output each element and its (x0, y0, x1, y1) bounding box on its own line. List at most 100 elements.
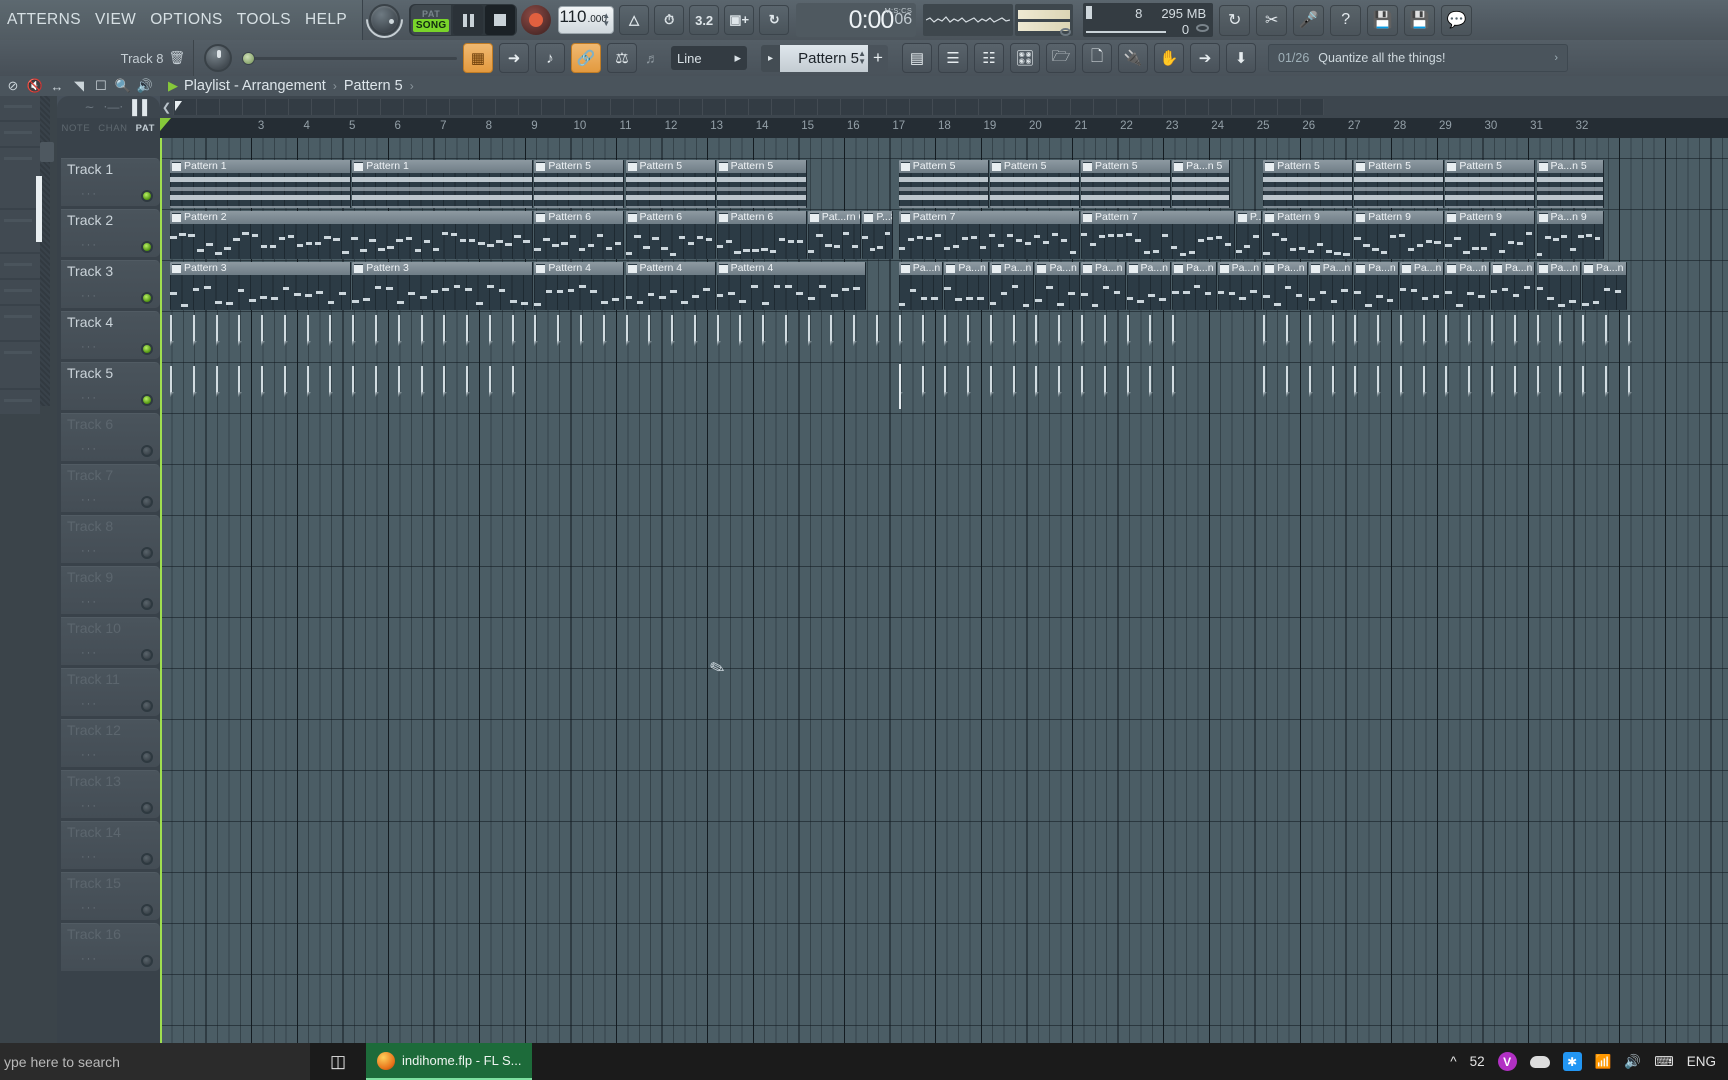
clip-header[interactable]: Pa...n 3 (1081, 262, 1125, 275)
percussion-hit[interactable] (488, 315, 493, 346)
mute-icon[interactable]: 🔇 (24, 77, 46, 95)
pattern-menu-icon[interactable]: ▸ (761, 44, 780, 72)
percussion-hit[interactable] (1627, 366, 1632, 397)
clip-header[interactable]: Pa...n 3 (1126, 262, 1171, 275)
clip[interactable]: Pattern 9 (1445, 211, 1536, 259)
percussion-hit[interactable] (1582, 315, 1587, 346)
onedrive-icon[interactable] (1529, 1055, 1550, 1068)
clip[interactable]: Pa...n 3 (1126, 262, 1172, 310)
clip[interactable]: Pattern 2 (170, 211, 534, 259)
breadcrumb-current[interactable]: Pattern 5 (344, 78, 403, 94)
magnet-snap-icon[interactable]: ⚖ (607, 43, 637, 73)
save-as-icon[interactable]: 💾 (1404, 4, 1436, 36)
track-enable-led[interactable] (141, 547, 153, 559)
percussion-hit[interactable] (1103, 315, 1108, 346)
percussion-hit[interactable] (716, 315, 721, 346)
percussion-hit[interactable] (511, 315, 516, 346)
clip[interactable]: Pattern 7 (898, 211, 1080, 259)
snap-selector[interactable]: Line ▸ (671, 46, 747, 70)
percussion-hit[interactable] (420, 315, 425, 346)
percussion-hit[interactable] (1081, 315, 1085, 346)
browser-item[interactable] (0, 122, 40, 146)
percussion-hit[interactable] (1035, 315, 1040, 346)
clip-header[interactable]: Pattern 5 (1445, 160, 1535, 173)
clip-header[interactable]: Pa...n 3 (1217, 262, 1262, 275)
menu-item-tools[interactable]: TOOLS (230, 9, 298, 31)
percussion-hit[interactable] (466, 315, 471, 346)
percussion-hit[interactable] (1172, 315, 1177, 346)
knob-body[interactable] (369, 4, 401, 35)
playlist-grid-area[interactable]: 3 4 5 6 7 8 9 10 11 12 13 14 15 16 17 18 19 20 21 22 23 24 25 2… (160, 118, 1728, 1044)
menu-item-patterns[interactable]: ATTERNS (0, 9, 88, 31)
track-enable-led[interactable] (141, 649, 153, 661)
percussion-hit[interactable] (1285, 366, 1290, 397)
plugin-picker-icon[interactable]: 🔌 (1118, 43, 1148, 73)
clip-header[interactable]: Pa...n 3 (1490, 262, 1535, 275)
comment-icon[interactable]: 💬 (1441, 4, 1473, 36)
disabled-icon[interactable]: ⊘ (2, 77, 24, 95)
slip-icon[interactable]: ◥ (68, 77, 90, 95)
percussion-hit[interactable] (1172, 366, 1177, 397)
percussion-hit[interactable] (1149, 315, 1154, 346)
clip[interactable]: Pattern 5 (898, 160, 989, 208)
percussion-hit[interactable] (784, 315, 789, 346)
master-volume-knob[interactable] (358, 0, 411, 46)
star-app-icon[interactable]: ✱ (1562, 1052, 1582, 1071)
draw-tool-icon[interactable]: ▦ (463, 43, 493, 73)
percussion-hit[interactable] (921, 366, 926, 397)
percussion-hit[interactable] (1422, 315, 1427, 346)
percussion-hit[interactable] (1263, 366, 1268, 397)
clip[interactable]: P...8 (862, 211, 894, 259)
slider-handle[interactable] (242, 51, 255, 65)
track-header-15[interactable]: Track 15 ··· (61, 872, 160, 920)
32-step-icon[interactable]: 3.2 (689, 5, 720, 35)
clip[interactable]: Pa...n 5 (1536, 160, 1604, 208)
browser-icon[interactable]: 🗁 (1046, 43, 1076, 73)
browser-item[interactable] (0, 280, 40, 304)
clip-header[interactable]: Pa...n 3 (944, 262, 988, 275)
clip[interactable]: Pattern 5 (534, 160, 625, 208)
browser-item[interactable] (0, 390, 40, 414)
clip[interactable]: Pa...n 3 (1035, 262, 1080, 310)
track-enable-led[interactable] (141, 496, 153, 508)
percussion-hit[interactable] (374, 366, 379, 397)
clip-header[interactable]: Pattern 4 (534, 262, 624, 275)
clip[interactable]: Pa...n 5 (1172, 160, 1231, 208)
playhead-marker-icon[interactable] (160, 118, 171, 131)
track-enable-led[interactable] (141, 904, 153, 916)
mixer-icon[interactable]: 🎛 (1010, 43, 1040, 73)
loop-pattern-icon[interactable]: ↻ (759, 5, 790, 35)
clip-header[interactable]: Pattern 1 (352, 160, 533, 173)
link-tool-icon[interactable]: 🔗 (571, 43, 601, 73)
percussion-hit[interactable] (944, 366, 949, 397)
percussion-hit[interactable] (192, 315, 197, 346)
tray-expand-icon[interactable]: ^ (1450, 1054, 1456, 1069)
cpu-options-icon[interactable] (1196, 24, 1210, 32)
percussion-hit[interactable] (579, 315, 584, 346)
clip-header[interactable]: Pattern 9 (1445, 211, 1535, 224)
percussion-hit[interactable] (1536, 315, 1541, 346)
browser-item[interactable] (0, 342, 40, 388)
percussion-hit[interactable] (283, 366, 288, 397)
clip-header[interactable]: Pa...n 3 (1308, 262, 1353, 275)
percussion-hit[interactable] (1399, 366, 1404, 397)
tempo-field[interactable]: 110 .000 ▲ ▼ (558, 6, 615, 34)
volume-icon[interactable]: 🔊 (1624, 1054, 1641, 1070)
clip[interactable]: Pa...n 9 (1536, 211, 1604, 259)
percussion-hit[interactable] (374, 315, 379, 346)
hint-next-icon[interactable]: › (1554, 52, 1558, 64)
percussion-hit[interactable] (1468, 366, 1473, 397)
percussion-hit[interactable] (1354, 315, 1359, 346)
browser-item[interactable] (0, 96, 40, 120)
search-input[interactable]: ype here to search (0, 1043, 310, 1080)
clip[interactable]: Pattern 1 (170, 160, 352, 208)
clip-header[interactable]: Pattern 5 (534, 160, 624, 173)
track-enable-led[interactable] (141, 955, 153, 967)
percussion-hit[interactable] (215, 315, 220, 346)
percussion-hit[interactable] (1536, 366, 1541, 397)
selected-track-display[interactable]: Track 8 🗑 (0, 40, 194, 76)
track-volume-slider[interactable] (242, 51, 457, 65)
percussion-hit[interactable] (1285, 315, 1290, 346)
percussion-hit[interactable] (1468, 315, 1473, 346)
percussion-hit[interactable] (1126, 366, 1131, 397)
